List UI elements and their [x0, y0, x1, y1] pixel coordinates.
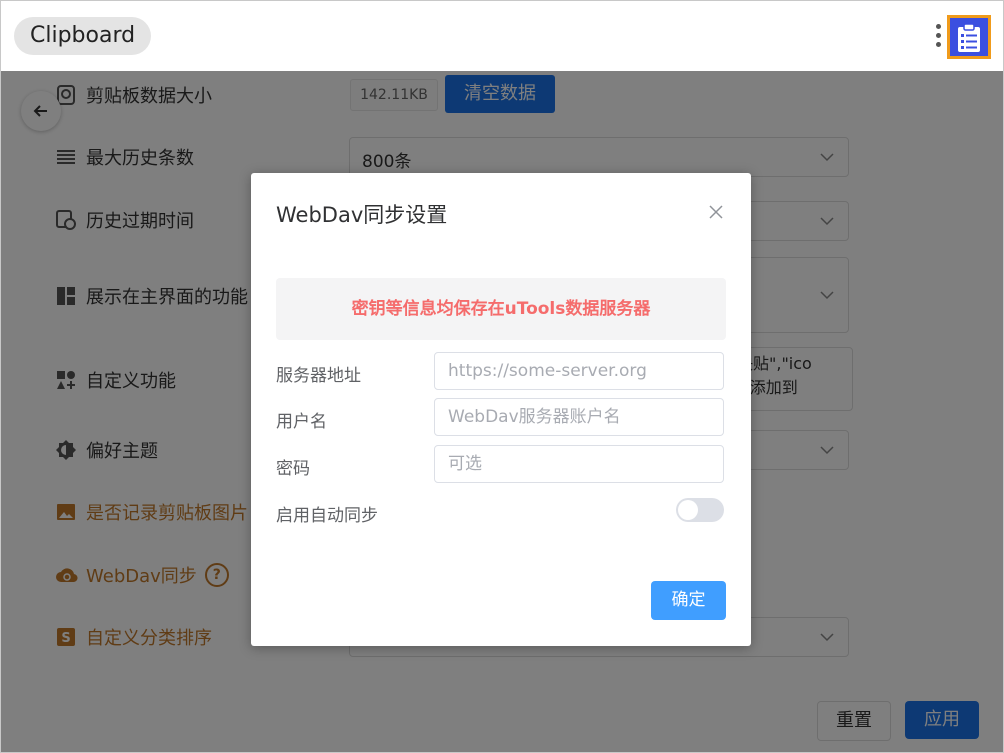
password-label: 密码 [276, 459, 310, 479]
close-icon[interactable] [708, 204, 724, 220]
server-label: 服务器地址 [276, 366, 361, 386]
auto-sync-label: 启用自动同步 [276, 506, 378, 526]
storage-notice: 密钥等信息均保存在uTools数据服务器 [276, 278, 726, 340]
password-input[interactable] [434, 445, 724, 483]
webdav-settings-dialog: WebDav同步设置 密钥等信息均保存在uTools数据服务器 服务器地址 用户… [251, 173, 751, 646]
clipboard-list-icon[interactable] [947, 15, 991, 59]
top-bar: Clipboard [1, 1, 1003, 71]
username-label: 用户名 [276, 412, 327, 432]
username-input[interactable] [434, 398, 724, 436]
auto-sync-toggle[interactable] [676, 498, 724, 522]
confirm-button[interactable]: 确定 [651, 581, 726, 620]
toggle-knob [678, 500, 698, 520]
dialog-title: WebDav同步设置 [276, 203, 448, 227]
more-vertical-icon[interactable] [931, 21, 945, 51]
app-title[interactable]: Clipboard [14, 17, 152, 55]
server-address-input[interactable] [434, 352, 724, 390]
